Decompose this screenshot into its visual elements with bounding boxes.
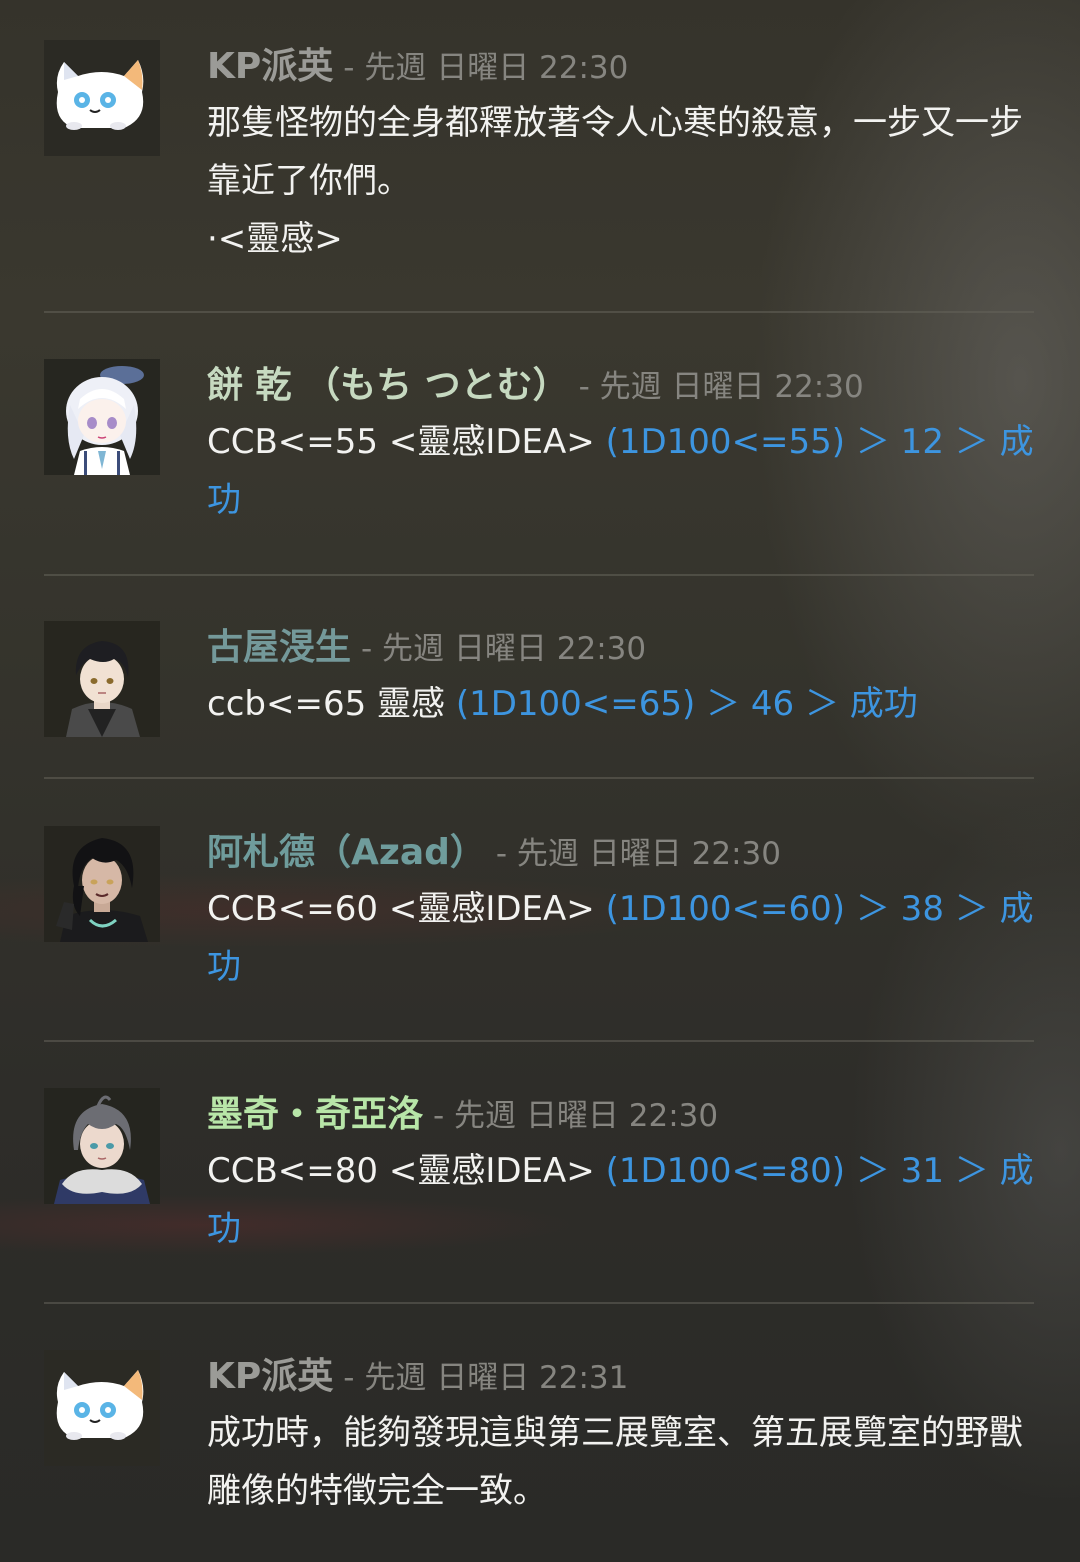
message-divider	[44, 777, 1034, 779]
dice-roll-result: (1D100<=65) ＞ 46 ＞ 成功	[455, 684, 918, 724]
timestamp: - 先週 日曜日 22:30	[495, 836, 781, 872]
message-header: KP派英 - 先週 日曜日 22:30	[207, 40, 1037, 94]
author-name[interactable]: KP派英	[207, 46, 333, 87]
timestamp: - 先週 日曜日 22:30	[361, 631, 647, 667]
message-header: KP派英 - 先週 日曜日 22:31	[207, 1350, 1037, 1404]
message-divider	[44, 1302, 1034, 1304]
message-text: ccb<=65 靈感 (1D100<=65) ＞ 46 ＞ 成功	[207, 684, 918, 724]
message-header: 阿札德（Azad） - 先週 日曜日 22:30	[207, 826, 1037, 880]
message-text: 成功時，能夠發現這與第三展覽室、第五展覽室的野獸雕像的特徵完全一致。	[207, 1413, 1023, 1511]
message-divider	[44, 574, 1034, 576]
timestamp: - 先週 日曜日 22:30	[343, 50, 629, 86]
message-header: 餅 乾 （もち つとむ） - 先週 日曜日 22:30	[207, 359, 1037, 413]
message-header: 古屋渂生 - 先週 日曜日 22:30	[207, 621, 1037, 675]
message-text: CCB<=55 <靈感IDEA> (1D100<=55) ＞ 12 ＞ 成功	[207, 422, 1034, 520]
author-name[interactable]: 墨奇・奇亞洛	[207, 1094, 423, 1135]
message-text: CCB<=60 <靈感IDEA> (1D100<=60) ＞ 38 ＞ 成功	[207, 889, 1034, 987]
dark-curly-hair-man-avatar[interactable]	[44, 826, 160, 942]
message-header: 墨奇・奇亞洛 - 先週 日曜日 22:30	[207, 1088, 1037, 1142]
white-cat-avatar[interactable]	[44, 1350, 160, 1466]
message-divider	[44, 1040, 1034, 1042]
white-cat-avatar[interactable]	[44, 40, 160, 156]
white-hair-girl-avatar[interactable]	[44, 359, 160, 475]
dark-hair-boy-avatar[interactable]	[44, 621, 160, 737]
author-name[interactable]: KP派英	[207, 1356, 333, 1397]
author-name[interactable]: 古屋渂生	[207, 627, 351, 668]
timestamp: - 先週 日曜日 22:30	[433, 1098, 719, 1134]
message-text: CCB<=80 <靈感IDEA> (1D100<=80) ＞ 31 ＞ 成功	[207, 1151, 1034, 1249]
message-divider	[44, 311, 1034, 313]
message-text: 那隻怪物的全身都釋放著令人心寒的殺意，一步又一步靠近了你們。 ·<靈感>	[207, 103, 1023, 259]
message-text-line2: ·<靈感>	[207, 219, 343, 259]
timestamp: - 先週 日曜日 22:31	[343, 1360, 629, 1396]
author-name[interactable]: 阿札德（Azad）	[207, 832, 486, 873]
author-name[interactable]: 餅 乾 （もち つとむ）	[207, 365, 569, 406]
grey-hair-fur-collar-avatar[interactable]	[44, 1088, 160, 1204]
timestamp: - 先週 日曜日 22:30	[578, 369, 864, 405]
